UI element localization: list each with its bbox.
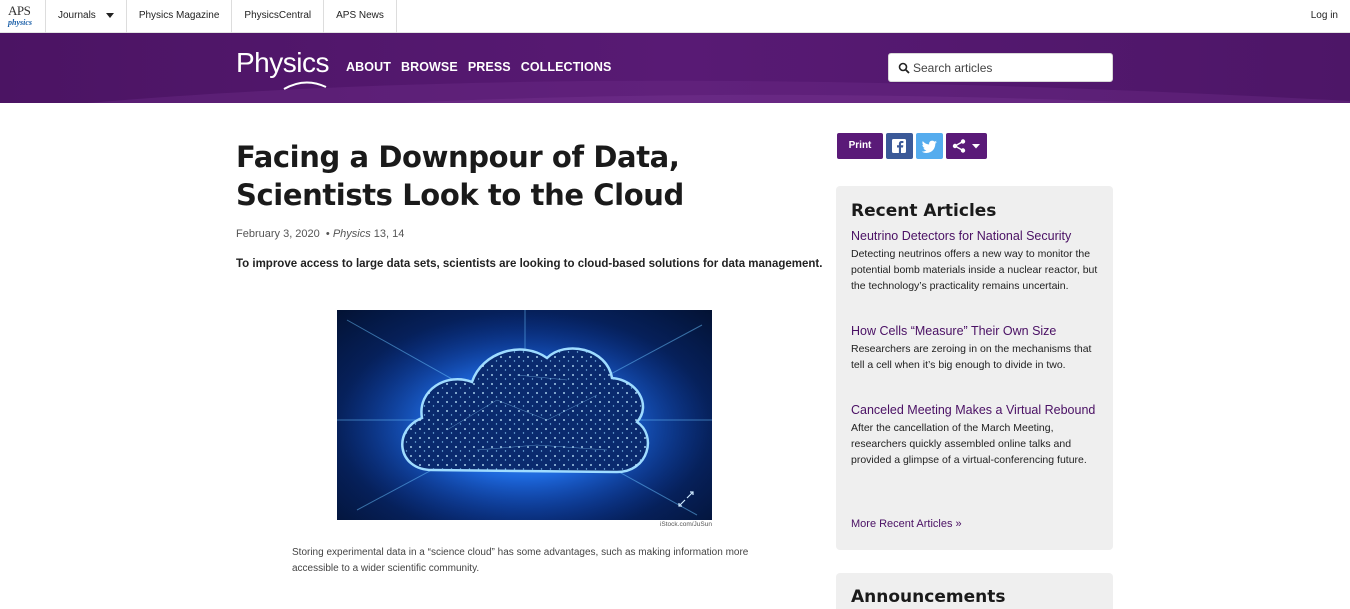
article-title: Facing a Downpour of Data, Scientists Lo…	[236, 140, 684, 212]
twitter-share-button[interactable]	[916, 133, 943, 159]
chevron-down-icon	[105, 12, 114, 18]
recent-article-summary: After the cancellation of the March Meet…	[851, 422, 1087, 466]
meta-separator: •	[322, 228, 333, 240]
article-date: February 3, 2020	[236, 228, 320, 240]
chevron-down-icon	[972, 144, 980, 149]
recent-article-item: Canceled Meeting Makes a Virtual Rebound…	[851, 402, 1101, 468]
article-volume[interactable]: 13, 14	[374, 228, 405, 240]
share-toolbar: Print	[837, 133, 987, 159]
top-utility-bar: APS physics Journals Physics Magazine Ph…	[0, 0, 1350, 33]
cloud-illustration	[337, 310, 712, 520]
search-input[interactable]	[913, 54, 1108, 81]
header-swoosh-decoration	[87, 80, 1350, 103]
facebook-icon	[892, 139, 906, 153]
top-nav-aps-news[interactable]: APS News	[324, 0, 397, 33]
header-band: Physics ABOUT BROWSE PRESS COLLECTIONS	[0, 33, 1350, 103]
article-summary: To improve access to large data sets, sc…	[236, 258, 823, 270]
image-credit: iStock.com/JuSun	[659, 521, 712, 528]
top-nav-journals-label: Journals	[58, 10, 96, 21]
article-meta: February 3, 2020 • Physics 13, 14	[236, 228, 404, 240]
aps-logo-subtext: physics	[8, 18, 32, 27]
nav-collections[interactable]: COLLECTIONS	[521, 60, 612, 74]
search-icon	[898, 62, 910, 74]
top-nav-physicscentral[interactable]: PhysicsCentral	[232, 0, 325, 33]
top-nav-physics-magazine[interactable]: Physics Magazine	[127, 0, 233, 33]
physics-logo[interactable]: Physics	[236, 47, 329, 79]
announcements-heading: Announcements	[851, 587, 1006, 607]
twitter-icon	[921, 140, 937, 153]
article-figure-cloud-image[interactable]	[337, 310, 712, 520]
recent-article-title[interactable]: How Cells “Measure” Their Own Size	[851, 323, 1101, 339]
article-journal[interactable]: Physics	[333, 228, 371, 240]
nav-browse[interactable]: BROWSE	[401, 60, 458, 74]
login-link[interactable]: Log in	[1311, 0, 1338, 32]
aps-logo[interactable]: APS physics	[0, 0, 46, 33]
share-more-button[interactable]	[946, 133, 987, 159]
announcements-panel: Announcements	[836, 573, 1113, 609]
top-nav-journals[interactable]: Journals	[46, 0, 127, 33]
share-icon	[952, 139, 980, 153]
facebook-share-button[interactable]	[886, 133, 913, 159]
nav-about[interactable]: ABOUT	[346, 60, 391, 74]
recent-article-title[interactable]: Neutrino Detectors for National Security	[851, 228, 1101, 244]
top-nav: Journals Physics Magazine PhysicsCentral…	[46, 0, 397, 33]
nav-press[interactable]: PRESS	[468, 60, 511, 74]
figure-caption: Storing experimental data in a “science …	[292, 547, 749, 574]
print-button[interactable]: Print	[837, 133, 883, 159]
more-recent-articles-link[interactable]: More Recent Articles »	[851, 518, 962, 530]
main-nav: ABOUT BROWSE PRESS COLLECTIONS	[346, 60, 611, 74]
aps-logo-text: APS	[8, 3, 31, 18]
recent-article-summary: Detecting neutrinos offers a new way to …	[851, 248, 1098, 292]
recent-articles-panel: Recent Articles Neutrino Detectors for N…	[836, 186, 1113, 550]
recent-article-summary: Researchers are zeroing in on the mechan…	[851, 343, 1092, 371]
physics-logo-arc	[283, 81, 327, 90]
recent-article-title[interactable]: Canceled Meeting Makes a Virtual Rebound	[851, 402, 1101, 418]
search-box	[888, 53, 1113, 82]
recent-article-item: Neutrino Detectors for National Security…	[851, 228, 1101, 294]
recent-articles-heading: Recent Articles	[851, 201, 997, 221]
recent-article-item: How Cells “Measure” Their Own Size Resea…	[851, 323, 1101, 373]
